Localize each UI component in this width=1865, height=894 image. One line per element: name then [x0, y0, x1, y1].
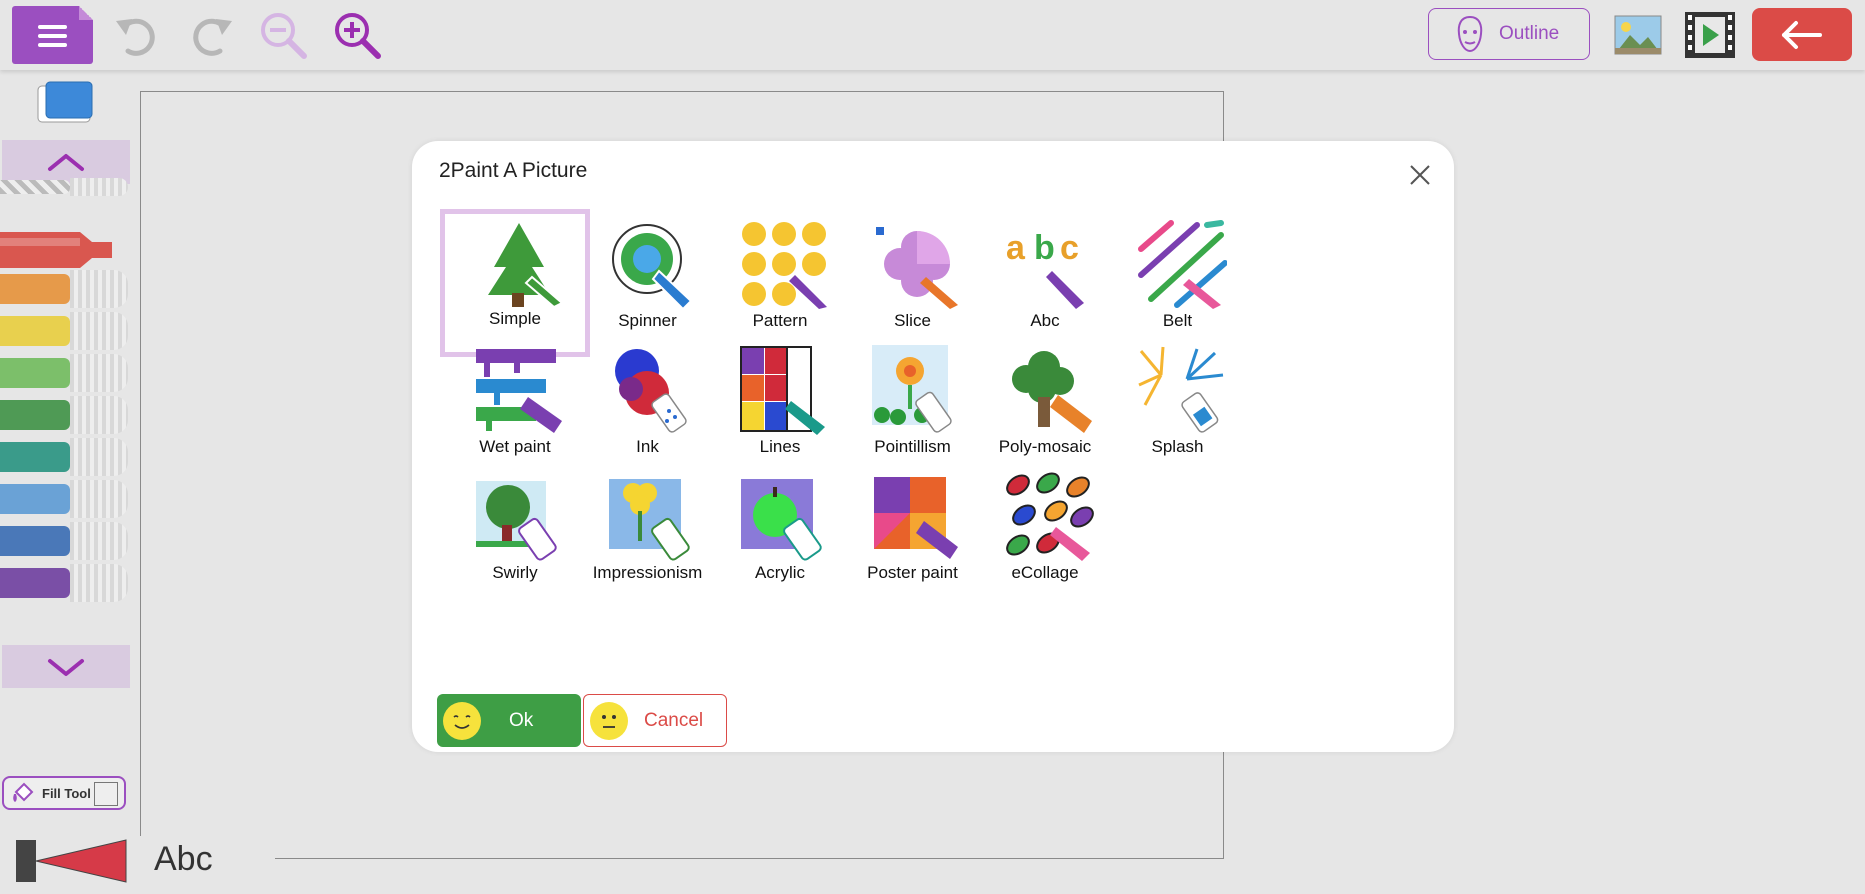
option-label: Simple — [489, 309, 541, 328]
zoom-out-button[interactable] — [256, 8, 310, 62]
acrylic-apple-icon — [739, 471, 829, 561]
pen-color-1[interactable] — [0, 228, 130, 268]
option-label: Pattern — [752, 311, 808, 330]
page-fold-decoration — [79, 6, 93, 20]
zoom-in-icon — [335, 13, 381, 59]
pen-color-2[interactable] — [0, 270, 130, 308]
option-label: Impressionism — [592, 563, 703, 582]
face-outline-icon — [1457, 15, 1483, 53]
smiley-pattern-icon — [739, 219, 829, 309]
top-toolbar: Outline — [0, 0, 1865, 70]
redo-icon — [193, 18, 232, 56]
eraser-button[interactable] — [34, 80, 96, 126]
picture-icon — [1614, 15, 1662, 55]
swirly-tree-icon — [474, 471, 564, 561]
option-label: Slice — [894, 311, 931, 330]
cancel-button-label: Cancel — [644, 709, 704, 731]
brush-preview[interactable]: Abc — [0, 836, 275, 886]
fill-tool-label: Fill Tool — [42, 785, 91, 801]
option-label: Spinner — [618, 311, 677, 330]
neutral-face-icon — [590, 701, 628, 740]
dialog-title: 2Paint A Picture — [439, 159, 588, 182]
fill-color-swatch — [94, 782, 118, 806]
option-splash[interactable]: Splash — [1103, 337, 1253, 485]
zoom-out-icon — [261, 13, 307, 59]
eraser-icon — [37, 81, 93, 123]
option-label: Poster paint — [867, 563, 958, 582]
pen-color-0[interactable] — [0, 162, 130, 200]
close-icon — [1410, 165, 1430, 185]
film-play-icon — [1685, 12, 1735, 58]
leaf-collage-icon — [1004, 471, 1094, 561]
zoom-in-button[interactable] — [330, 8, 384, 62]
pen-color-7[interactable] — [0, 480, 130, 518]
abc-text-icon: abc — [1004, 219, 1094, 309]
option-label: Acrylic — [754, 563, 806, 582]
spinner-icon — [607, 219, 697, 311]
option-label: eCollage — [1011, 563, 1079, 582]
outline-button[interactable]: Outline — [1428, 8, 1590, 60]
option-label: Lines — [759, 437, 801, 456]
pen-color-4[interactable] — [0, 354, 130, 392]
paint-bucket-icon — [13, 782, 34, 802]
option-label: Belt — [1162, 311, 1193, 330]
option-ecollage[interactable]: eCollage — [970, 463, 1120, 611]
redo-button[interactable] — [183, 8, 237, 62]
pen-color-6[interactable] — [0, 438, 130, 476]
option-poster-paint[interactable]: Poster paint — [838, 463, 988, 611]
option-label: Swirly — [492, 563, 538, 582]
background-image-button[interactable] — [1610, 8, 1666, 62]
undo-button[interactable] — [111, 8, 165, 62]
cancel-button[interactable]: Cancel — [583, 694, 727, 747]
arrow-left-icon — [1782, 20, 1822, 49]
brush-size-icon — [16, 839, 127, 883]
pen-color-8[interactable] — [0, 522, 130, 560]
splash-icon — [1137, 345, 1227, 435]
option-label: Ink — [636, 437, 659, 456]
chevron-down-icon — [48, 659, 84, 676]
palette-scroll-down-button[interactable] — [2, 645, 130, 688]
impressionist-flower-icon — [607, 471, 697, 561]
close-button[interactable] — [1406, 161, 1434, 189]
dots-flower-icon — [871, 345, 962, 435]
ink-blot-icon — [607, 345, 697, 435]
outline-button-label: Outline — [1499, 23, 1560, 44]
option-label: Abc — [1030, 311, 1060, 330]
option-swirly[interactable]: Swirly — [440, 463, 590, 611]
fill-tool-button[interactable]: Fill Tool — [2, 776, 126, 810]
mosaic-tree-icon — [1004, 345, 1094, 435]
option-label: Splash — [1151, 437, 1204, 456]
tree-icon — [474, 217, 564, 309]
mondrian-grid-icon — [739, 345, 829, 435]
option-acrylic[interactable]: Acrylic — [705, 463, 855, 611]
option-label: Poly-mosaic — [998, 437, 1092, 456]
pen-color-9[interactable] — [0, 564, 130, 602]
option-impressionism[interactable]: Impressionism — [573, 463, 723, 611]
svg-text:b: b — [1034, 229, 1055, 267]
hamburger-menu-icon — [38, 25, 67, 52]
svg-text:c: c — [1060, 229, 1079, 267]
menu-button[interactable] — [12, 6, 93, 64]
option-label: Pointillism — [874, 437, 951, 456]
ok-button[interactable]: Ok — [437, 694, 581, 747]
pen-color-5[interactable] — [0, 396, 130, 434]
brush-preview-text: Abc — [154, 840, 213, 878]
svg-text:a: a — [1006, 229, 1026, 267]
drips-icon — [474, 345, 564, 435]
option-simple[interactable]: Simple — [440, 209, 590, 357]
poster-paint-icon — [872, 471, 962, 561]
slice-flower-icon — [872, 219, 962, 309]
option-label: Wet paint — [479, 437, 551, 456]
back-button[interactable] — [1752, 8, 1852, 61]
pen-color-3[interactable] — [0, 312, 130, 350]
stripes-icon — [1137, 219, 1228, 309]
animation-button[interactable] — [1682, 8, 1738, 62]
pen-palette — [0, 140, 130, 688]
paint-picture-dialog: 2Paint A Picture Simple Spinner Pattern Sli… — [412, 141, 1454, 752]
undo-icon — [116, 18, 155, 56]
ok-button-label: Ok — [509, 709, 534, 731]
happy-face-icon — [443, 701, 481, 740]
